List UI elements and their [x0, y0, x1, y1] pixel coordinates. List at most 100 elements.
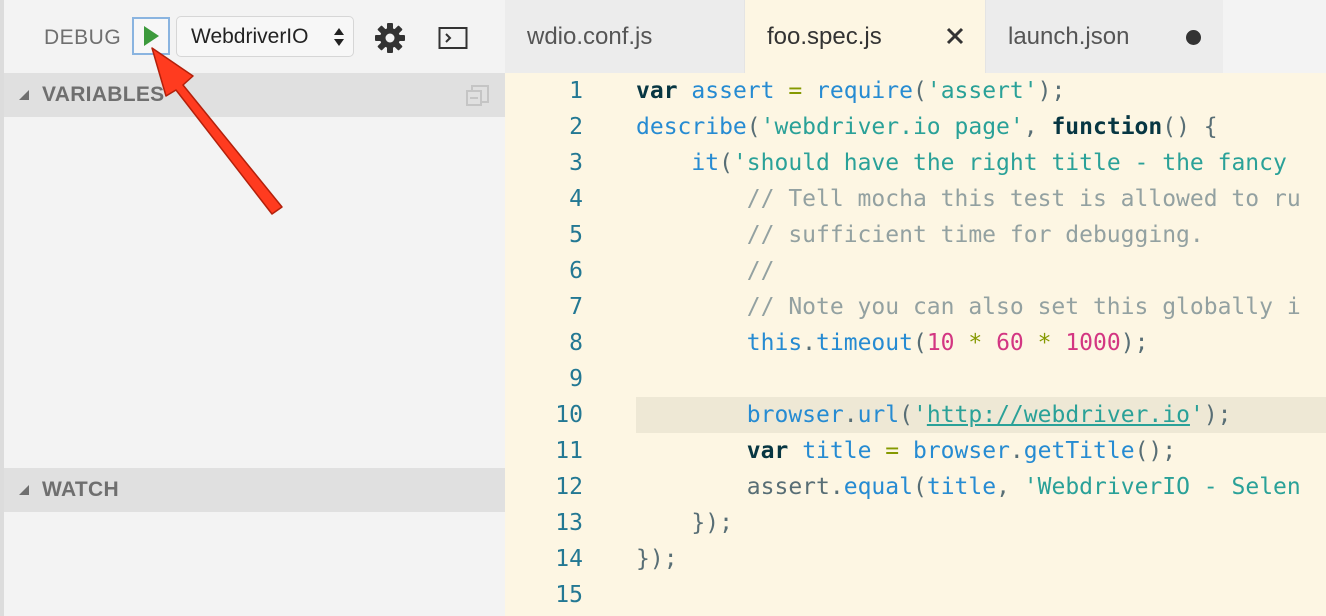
code-token: equal: [843, 474, 913, 500]
tab-label: launch.json: [1008, 22, 1130, 50]
code-token: 1000: [1065, 330, 1121, 356]
code-token: ,: [1023, 114, 1052, 140]
code-line: //: [636, 253, 775, 289]
code-line: var assert = require('assert');: [636, 73, 1065, 109]
code-line: var title = browser.getTitle();: [636, 433, 1176, 469]
code-token: browser: [912, 438, 1010, 464]
select-arrows-icon: [334, 28, 344, 46]
code-line: it('should have the right title - the fa…: [636, 145, 1287, 181]
line-number: 11: [555, 438, 583, 464]
code-token: .: [829, 474, 844, 500]
tab-foo-spec[interactable]: foo.spec.js: [745, 0, 985, 73]
code-token: 'webdriver.io page': [760, 114, 1024, 140]
tab-label: wdio.conf.js: [527, 22, 653, 50]
code-token: *: [1023, 330, 1066, 356]
code-line: });: [636, 541, 678, 577]
watch-section-header[interactable]: WATCH: [4, 468, 505, 512]
code-token: () {: [1162, 114, 1218, 140]
line-number: 6: [569, 258, 583, 284]
launch-config-select[interactable]: WebdriverIO: [176, 16, 354, 57]
tab-launch-json[interactable]: launch.json: [985, 0, 1223, 73]
code-token: var: [746, 438, 789, 464]
code-token: });: [636, 546, 678, 572]
code-token: ': [1189, 402, 1204, 428]
tab-bar-empty-space: [1223, 0, 1326, 73]
code-token: });: [636, 510, 733, 536]
line-number: 8: [569, 330, 583, 356]
code-token: 10: [926, 330, 955, 356]
code-token: title: [926, 474, 997, 500]
code-token: (: [746, 114, 761, 140]
line-number: 4: [569, 186, 583, 212]
variables-section-header[interactable]: VARIABLES: [4, 73, 505, 117]
variables-section-title: VARIABLES: [42, 83, 165, 106]
debug-console-icon[interactable]: [438, 26, 468, 50]
code-editor[interactable]: 1 2 3 4 5 6 7 8 9 10 11 12 13 14 15 var assert = requi…: [505, 73, 1326, 616]
code-token: describe: [636, 114, 747, 140]
code-token: 60: [996, 330, 1024, 356]
code-line: browser.url('http://webdriver.io');: [636, 397, 1232, 433]
code-token: ();: [1134, 438, 1177, 464]
code-token: http://webdriver.io: [926, 402, 1190, 428]
close-icon[interactable]: [945, 26, 965, 46]
code-line: // Tell mocha this test is allowed to ru: [636, 181, 1301, 217]
tab-wdio-conf[interactable]: wdio.conf.js: [505, 0, 745, 73]
tab-label: foo.spec.js: [767, 22, 882, 50]
line-number: 1: [569, 78, 583, 104]
code-token: // Note you can also set this globally i: [636, 294, 1301, 320]
line-number: 12: [555, 474, 583, 500]
code-token: (: [912, 78, 927, 104]
editor-tab-bar: wdio.conf.js foo.spec.js launch.json: [505, 0, 1326, 73]
unsaved-dot-icon[interactable]: [1186, 30, 1201, 45]
line-number: 9: [569, 366, 583, 392]
debug-view-title: DEBUG: [44, 26, 122, 49]
line-number: 13: [555, 510, 583, 536]
gear-icon[interactable]: [374, 22, 406, 54]
code-token: (: [912, 474, 927, 500]
launch-config-value: WebdriverIO: [191, 24, 309, 48]
code-token: ,: [996, 474, 1024, 500]
debug-toolbar: DEBUG WebdriverIO: [4, 0, 505, 73]
code-token: 'should have the right title - the fancy: [732, 150, 1287, 176]
code-token: // sufficient time for debugging.: [636, 222, 1204, 248]
code-token: url: [857, 402, 900, 428]
code-token: //: [636, 258, 775, 284]
code-token: );: [1120, 330, 1149, 356]
code-token: .: [843, 402, 858, 428]
expanded-triangle-icon: [19, 90, 29, 100]
code-line: // sufficient time for debugging.: [636, 217, 1204, 253]
code-token: );: [1037, 78, 1066, 104]
code-line: // Note you can also set this globally i: [636, 289, 1301, 325]
play-icon: [144, 26, 159, 46]
code-token: getTitle: [1023, 438, 1135, 464]
start-debugging-button[interactable]: [132, 17, 170, 55]
code-token: // Tell mocha this test is allowed to ru: [636, 186, 1301, 212]
line-number: 10: [555, 402, 583, 428]
code-token: *: [954, 330, 997, 356]
code-token: browser: [746, 402, 844, 428]
code-token: function: [1051, 114, 1163, 140]
code-token: timeout: [816, 330, 913, 356]
code-token: (: [719, 150, 733, 176]
watch-section-title: WATCH: [42, 478, 119, 501]
line-number: 15: [555, 582, 583, 608]
code-token: 'assert': [926, 78, 1038, 104]
code-token: =: [871, 438, 913, 464]
code-token: var: [636, 78, 678, 104]
code-token: );: [1203, 402, 1232, 428]
code-token: (: [899, 402, 913, 428]
expanded-triangle-icon: [19, 485, 29, 495]
code-line: describe('webdriver.io page', function()…: [636, 109, 1218, 145]
line-number: 14: [555, 546, 583, 572]
code-token: this: [746, 330, 803, 356]
code-token: 'WebdriverIO - Selen: [1023, 474, 1301, 500]
code-line: this.timeout(10 * 60 * 1000);: [636, 325, 1149, 361]
line-number: 2: [569, 114, 583, 140]
line-number: 7: [569, 294, 583, 320]
collapse-all-icon[interactable]: [465, 83, 491, 109]
code-token: .: [1009, 438, 1024, 464]
